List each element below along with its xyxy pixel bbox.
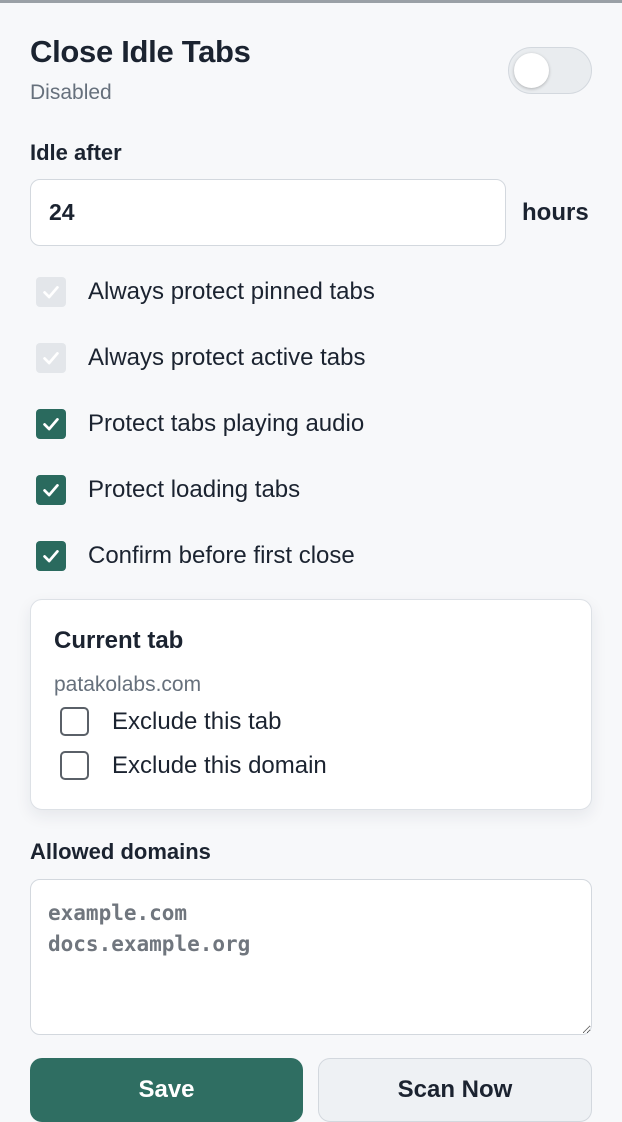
check-icon [43,550,59,563]
page-title: Close Idle Tabs [30,34,251,69]
option-label: Confirm before first close [88,542,355,569]
toggle-knob [514,53,549,88]
option-label: Protect loading tabs [88,476,301,503]
option-protect-loading[interactable]: Protect loading tabs [36,473,300,507]
scan-now-button[interactable]: Scan Now [318,1058,592,1122]
check-icon [43,286,59,299]
option-protect-pinned: Always protect pinned tabs [36,275,375,309]
current-tab-title: Current tab [54,627,184,654]
exclude-tab-label: Exclude this tab [112,707,282,735]
exclude-tab-row[interactable]: Exclude this tab [60,707,281,736]
checkbox-confirm-first-close[interactable] [36,541,66,571]
option-confirm-first-close[interactable]: Confirm before first close [36,539,355,573]
window-top-border [0,0,622,3]
option-label: Always protect pinned tabs [88,278,375,305]
enable-toggle[interactable] [508,47,592,94]
check-icon [43,484,59,497]
checkbox-protect-loading[interactable] [36,475,66,505]
allowed-domains-label: Allowed domains [30,839,211,864]
option-protect-audio[interactable]: Protect tabs playing audio [36,407,364,441]
current-tab-card: Current tab patakolabs.com Exclude this … [30,599,592,810]
idle-hours-input[interactable] [30,179,506,246]
exclude-domain-row[interactable]: Exclude this domain [60,751,327,780]
check-icon [43,418,59,431]
checkbox-protect-pinned [36,277,66,307]
exclude-domain-checkbox[interactable] [60,751,89,780]
current-tab-domain: patakolabs.com [54,673,202,696]
check-icon [43,352,59,365]
allowed-domains-textarea[interactable] [30,879,592,1035]
idle-after-label: Idle after [30,140,122,165]
option-label: Always protect active tabs [88,344,366,371]
option-label: Protect tabs playing audio [88,410,365,437]
exclude-domain-label: Exclude this domain [112,751,327,779]
hours-unit-label: hours [522,199,589,226]
save-button[interactable]: Save [30,1058,303,1122]
exclude-tab-checkbox[interactable] [60,707,89,736]
checkbox-protect-audio[interactable] [36,409,66,439]
status-text: Disabled [30,81,112,104]
option-protect-active: Always protect active tabs [36,341,365,375]
checkbox-protect-active [36,343,66,373]
